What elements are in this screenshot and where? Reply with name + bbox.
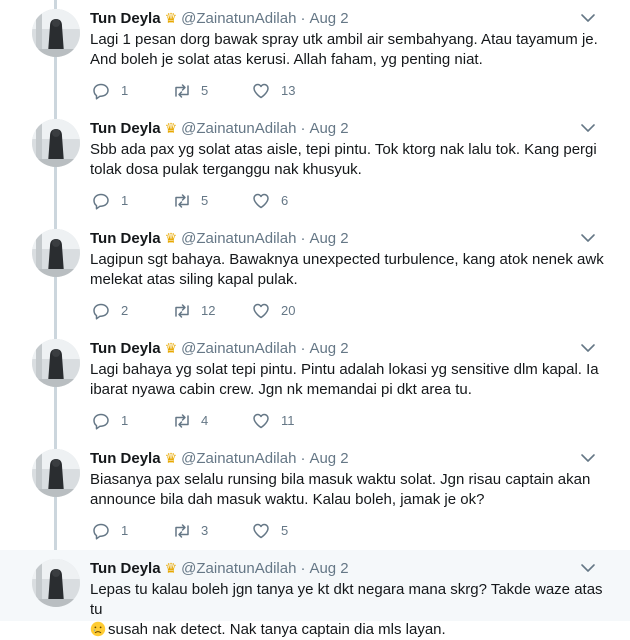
chevron-down-icon[interactable] [580, 341, 596, 355]
display-name[interactable]: Tun Deyla [90, 120, 161, 137]
chevron-down-icon[interactable] [580, 121, 596, 135]
avatar[interactable] [32, 559, 80, 607]
tweet-actions: 1 5 13 [90, 81, 490, 101]
tweet-date[interactable]: Aug 2 [309, 230, 348, 247]
tweet-date[interactable]: Aug 2 [309, 10, 348, 27]
separator-dot: · [300, 230, 306, 247]
display-name[interactable]: Tun Deyla [90, 230, 161, 247]
tweet-text: Lagipun sgt bahaya. Bawaknya unexpected … [90, 251, 604, 288]
tweet-actions: 1 3 5 [90, 521, 490, 541]
reply-count: 1 [121, 193, 129, 208]
tweet-header: Tun Deyla ♛ @ZainatunAdilah · Aug 2 [90, 228, 349, 248]
heart-icon [253, 193, 269, 209]
retweet-count: 12 [201, 303, 216, 318]
user-handle[interactable]: @ZainatunAdilah [181, 560, 296, 577]
like-count: 20 [281, 303, 296, 318]
avatar[interactable] [32, 449, 80, 497]
tweet-header: Tun Deyla ♛ @ZainatunAdilah · Aug 2 [90, 338, 349, 358]
tweet-text-part1: Lepas tu kalau boleh jgn tanya ye kt dkt… [90, 581, 603, 618]
tweet-text-part2: susah nak detect. Nak tanya captain dia … [108, 621, 446, 638]
retweet-icon [175, 524, 189, 538]
tweet-text: Biasanya pax selalu runsing bila masuk w… [90, 471, 591, 508]
tweet-actions: 1 4 11 [90, 411, 490, 431]
avatar[interactable] [32, 339, 80, 387]
separator-dot: · [300, 10, 306, 27]
chevron-down-icon[interactable] [580, 11, 596, 25]
user-handle[interactable]: @ZainatunAdilah [181, 340, 296, 357]
tweet-header: Tun Deyla ♛ @ZainatunAdilah · Aug 2 [90, 118, 349, 138]
heart-icon [253, 523, 269, 539]
chevron-down-icon[interactable] [580, 561, 596, 575]
avatar[interactable] [32, 229, 80, 277]
crown-icon: ♛ [164, 340, 178, 356]
reply-count: 2 [121, 303, 129, 318]
like-count: 13 [281, 83, 296, 98]
reply-icon [93, 193, 109, 210]
tweet-date[interactable]: Aug 2 [309, 560, 348, 577]
crying-face-icon [90, 621, 106, 637]
like-count: 6 [281, 193, 289, 208]
reply-icon [93, 413, 109, 430]
separator-dot: · [300, 120, 306, 137]
display-name[interactable]: Tun Deyla [90, 450, 161, 467]
retweet-count: 5 [201, 193, 209, 208]
tweet-date[interactable]: Aug 2 [309, 450, 348, 467]
tweet-header: Tun Deyla ♛ @ZainatunAdilah · Aug 2 [90, 448, 349, 468]
tweet-text: Lagi 1 pesan dorg bawak spray utk ambil … [90, 31, 598, 68]
reply-icon [93, 83, 109, 100]
retweet-icon [175, 84, 189, 98]
crown-icon: ♛ [164, 450, 178, 466]
tweet-text: Lepas tu kalau boleh jgn tanya ye kt dkt… [90, 580, 610, 640]
heart-icon [253, 303, 269, 319]
avatar[interactable] [32, 119, 80, 167]
tweet[interactable]: Tun Deyla ♛ @ZainatunAdilah · Aug 2 Lagi bah… [0, 330, 630, 440]
reply-count: 1 [121, 413, 129, 428]
display-name[interactable]: Tun Deyla [90, 10, 161, 27]
retweet-count: 5 [201, 83, 209, 98]
reply-icon [93, 303, 109, 320]
retweet-icon [175, 194, 189, 208]
crown-icon: ♛ [164, 10, 178, 26]
chevron-down-icon[interactable] [580, 451, 596, 465]
crown-icon: ♛ [164, 560, 178, 576]
crown-icon: ♛ [164, 120, 178, 136]
crown-icon: ♛ [164, 230, 178, 246]
user-handle[interactable]: @ZainatunAdilah [181, 120, 296, 137]
separator-dot: · [300, 450, 306, 467]
reply-count: 1 [121, 523, 129, 538]
display-name[interactable]: Tun Deyla [90, 560, 161, 577]
tweet-actions: 1 5 6 [90, 191, 490, 211]
reply-count: 1 [121, 83, 129, 98]
retweet-icon [175, 414, 189, 428]
retweet-count: 3 [201, 523, 209, 538]
separator-dot: · [300, 560, 306, 577]
user-handle[interactable]: @ZainatunAdilah [181, 10, 296, 27]
heart-icon [253, 413, 269, 429]
tweet-header: Tun Deyla ♛ @ZainatunAdilah · Aug 2 [90, 8, 349, 28]
chevron-down-icon[interactable] [580, 231, 596, 245]
tweet-date[interactable]: Aug 2 [309, 120, 348, 137]
user-handle[interactable]: @ZainatunAdilah [181, 230, 296, 247]
like-count: 5 [281, 523, 289, 538]
tweet[interactable]: Tun Deyla ♛ @ZainatunAdilah · Aug 2 Sbb ada … [0, 110, 630, 220]
tweet[interactable]: Tun Deyla ♛ @ZainatunAdilah · Aug 2 Lagipun … [0, 220, 630, 330]
like-count: 11 [281, 413, 295, 428]
tweet-date[interactable]: Aug 2 [309, 340, 348, 357]
heart-icon [253, 83, 269, 99]
tweet-text: Lagi bahaya yg solat tepi pintu. Pintu a… [90, 361, 599, 398]
display-name[interactable]: Tun Deyla [90, 340, 161, 357]
tweet[interactable]: Tun Deyla ♛ @ZainatunAdilah · Aug 2 Lagi 1 p… [0, 0, 630, 110]
tweet-focused[interactable]: Tun Deyla ♛ @ZainatunAdilah · Aug 2 Lepas tu… [0, 550, 630, 638]
tweet[interactable]: Tun Deyla ♛ @ZainatunAdilah · Aug 2 Biasanya… [0, 440, 630, 550]
tweet-actions: 2 12 20 [90, 301, 490, 321]
reply-icon [93, 523, 109, 540]
retweet-count: 4 [201, 413, 209, 428]
avatar[interactable] [32, 9, 80, 57]
retweet-icon [175, 304, 189, 318]
tweet-header: Tun Deyla ♛ @ZainatunAdilah · Aug 2 [90, 558, 349, 578]
separator-dot: · [300, 340, 306, 357]
tweet-text: Sbb ada pax yg solat atas aisle, tepi pi… [90, 141, 597, 178]
user-handle[interactable]: @ZainatunAdilah [181, 450, 296, 467]
